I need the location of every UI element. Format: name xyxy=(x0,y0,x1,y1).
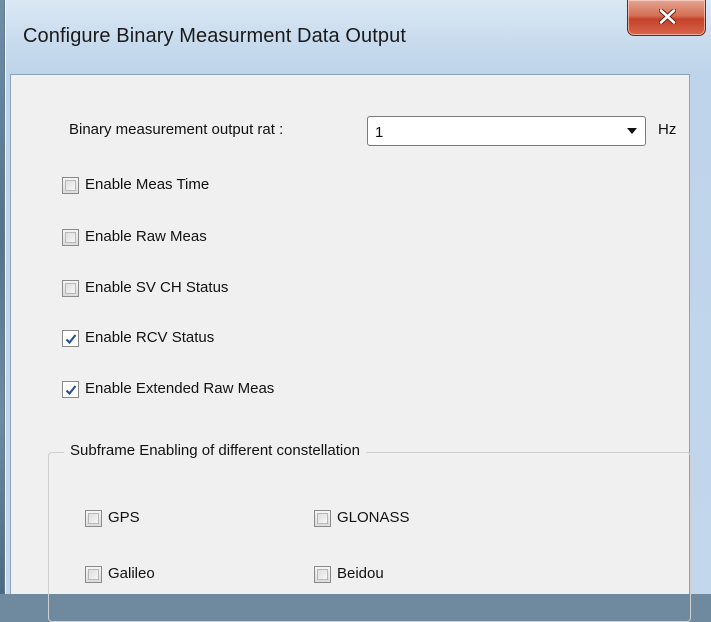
title-bar[interactable]: Configure Binary Measurment Data Output xyxy=(5,0,711,74)
checkbox-box[interactable] xyxy=(62,177,79,194)
checkbox-label: Galileo xyxy=(108,565,155,582)
checkbox-label: Enable Raw Meas xyxy=(85,228,207,245)
output-rate-value: 1 xyxy=(375,124,384,141)
output-rate-label: Binary measurement output rat : xyxy=(69,121,284,138)
checkbox-box[interactable] xyxy=(85,566,102,583)
dialog-window: Configure Binary Measurment Data Output … xyxy=(4,0,711,622)
output-rate-unit: Hz xyxy=(658,121,677,138)
checkmark-icon xyxy=(65,334,77,345)
subframe-group-box xyxy=(48,452,691,622)
checkbox-label: Enable Meas Time xyxy=(85,176,210,193)
window-title: Configure Binary Measurment Data Output xyxy=(23,25,406,47)
subframe-group-title: Subframe Enabling of different constella… xyxy=(64,442,366,459)
checkbox-box[interactable] xyxy=(62,280,79,297)
checkbox-box[interactable] xyxy=(62,330,79,347)
checkbox-label: Enable Extended Raw Meas xyxy=(85,380,275,397)
checkbox-box[interactable] xyxy=(62,229,79,246)
checkmark-icon xyxy=(65,385,77,396)
close-x-icon xyxy=(659,9,676,24)
checkbox-box[interactable] xyxy=(314,566,331,583)
checkbox-label: Enable SV CH Status xyxy=(85,279,229,296)
output-rate-dropdown[interactable]: 1 xyxy=(367,116,646,146)
checkbox-label: Beidou xyxy=(337,565,384,582)
checkbox-box[interactable] xyxy=(85,510,102,527)
dropdown-arrow-icon[interactable] xyxy=(627,128,637,134)
close-button[interactable] xyxy=(627,0,706,36)
dialog-client-area: Binary measurement output rat : 1 Hz Ena… xyxy=(10,74,691,622)
checkbox-box[interactable] xyxy=(62,381,79,398)
checkbox-box[interactable] xyxy=(314,510,331,527)
checkbox-label: Enable RCV Status xyxy=(85,329,215,346)
checkbox-label: GPS xyxy=(108,509,140,526)
checkbox-label: GLONASS xyxy=(337,509,410,526)
